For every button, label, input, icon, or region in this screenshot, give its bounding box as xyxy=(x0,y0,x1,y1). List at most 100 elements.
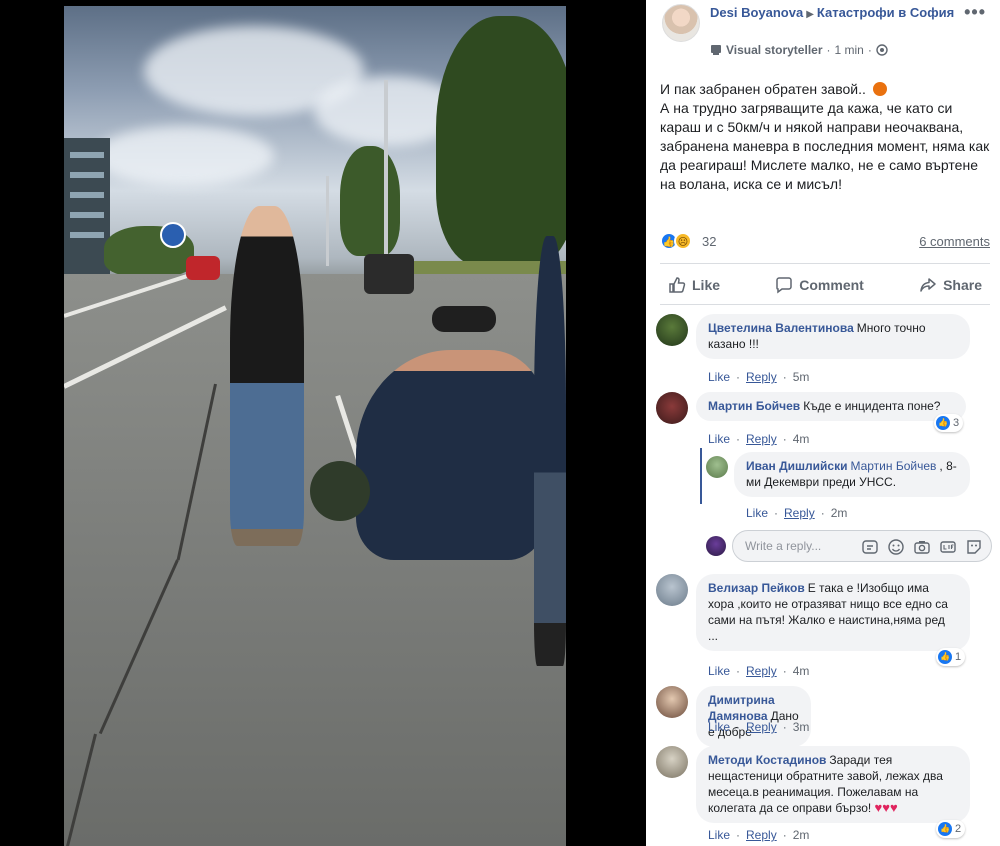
comment-bubble: Методи Костадинов Заради тея нещастеници … xyxy=(696,746,970,823)
dot-separator: · xyxy=(782,432,787,446)
reaction-count[interactable]: 32 xyxy=(702,234,716,249)
author-avatar[interactable] xyxy=(662,4,700,42)
post-photo[interactable] xyxy=(64,6,566,846)
comment-bubble: Мартин Бойчев Къде е инцидента поне? xyxy=(696,392,966,421)
dot-separator: · xyxy=(736,370,741,384)
commenter-name[interactable]: Иван Дишлийски xyxy=(746,459,847,473)
comment-like-link[interactable]: Like xyxy=(708,432,730,446)
person xyxy=(230,206,304,546)
like-reaction-icon: 👍 xyxy=(938,650,952,664)
reply-input[interactable]: Write a reply... xyxy=(732,530,992,562)
post-text-line: И пак забранен обратен завой.. xyxy=(660,81,870,97)
comment-like-link[interactable]: Like xyxy=(708,720,730,734)
comment-text: Къде е инцидента поне? xyxy=(803,399,941,413)
author-name[interactable]: Desi Boyanova xyxy=(710,5,803,20)
commenter-avatar[interactable] xyxy=(656,746,688,778)
camera-icon[interactable] xyxy=(913,538,931,556)
commenter-avatar[interactable] xyxy=(656,574,688,606)
comment-reply-link[interactable]: Reply xyxy=(746,720,777,734)
emoji-icon[interactable] xyxy=(887,538,905,556)
commenter-avatar[interactable] xyxy=(656,314,688,346)
current-user-avatar xyxy=(706,536,726,556)
comment-time[interactable]: 4m xyxy=(793,664,810,678)
like-reaction-icon: 👍 xyxy=(938,822,952,836)
reaction-count: 1 xyxy=(955,651,962,663)
sad-reaction-icon: ☹ xyxy=(674,232,692,250)
comment-like-link[interactable]: Like xyxy=(708,828,730,842)
person xyxy=(534,236,566,666)
tree xyxy=(340,146,400,256)
share-button[interactable]: Share xyxy=(911,272,990,298)
mention-link[interactable]: Мартин Бойчев xyxy=(850,459,936,473)
comment-reply-link[interactable]: Reply xyxy=(746,664,777,678)
group-name[interactable]: Катастрофи в София xyxy=(817,5,954,20)
comment-meta: Like · Reply · 2m xyxy=(708,828,809,842)
comment-reply-link[interactable]: Reply xyxy=(746,828,777,842)
globe-icon[interactable] xyxy=(876,44,888,56)
comment-time[interactable]: 2m xyxy=(831,506,848,520)
commenter-name[interactable]: Цветелина Валентинова xyxy=(708,321,854,335)
comment-meta: Like · Reply · 4m xyxy=(708,664,809,678)
car xyxy=(364,254,414,294)
comment-time[interactable]: 2m xyxy=(793,828,810,842)
commenter-name[interactable]: Димитрина Дамянова xyxy=(708,693,775,723)
commenter-name[interactable]: Велизар Пейков xyxy=(708,581,805,595)
commenter-avatar[interactable] xyxy=(706,456,728,478)
reaction-count: 2 xyxy=(955,823,962,835)
comments-list: Цветелина Валентинова Много точно казано … xyxy=(646,308,1000,846)
reaction-icons[interactable]: 👍 ☹ xyxy=(660,232,692,250)
comment-icon xyxy=(776,277,793,294)
like-button[interactable]: Like xyxy=(660,272,728,298)
badge-icon xyxy=(711,45,721,55)
photo-viewer xyxy=(0,0,646,846)
gif-icon[interactable] xyxy=(939,538,957,556)
comment-like-link[interactable]: Like xyxy=(746,506,768,520)
comment-time[interactable]: 4m xyxy=(793,432,810,446)
share-icon xyxy=(920,278,936,292)
dot-separator: · xyxy=(826,43,831,57)
comment-like-link[interactable]: Like xyxy=(708,370,730,384)
thumbs-up-icon xyxy=(669,277,686,293)
comment-reactions[interactable]: 👍 2 xyxy=(936,820,966,838)
dot-separator: · xyxy=(736,720,741,734)
comment-reply-link[interactable]: Reply xyxy=(746,370,777,384)
sticker-face-icon[interactable] xyxy=(965,538,983,556)
divider xyxy=(660,304,990,305)
commenter-avatar[interactable] xyxy=(656,392,688,424)
street-light xyxy=(326,176,329,266)
reply-tools xyxy=(861,538,983,556)
dot-separator: · xyxy=(774,506,779,520)
comments-count-link[interactable]: 6 comments xyxy=(919,234,990,249)
comment-meta: Like · Reply · 4m xyxy=(708,432,809,446)
more-options-icon[interactable]: ••• xyxy=(964,2,986,23)
car xyxy=(186,256,220,280)
motorcycle xyxy=(432,306,496,332)
comment-bubble: Велизар Пейков Е така е !Изобщо има хора … xyxy=(696,574,970,651)
author-line: Desi Boyanova ▶ Катастрофи в София xyxy=(710,4,960,23)
comment-like-link[interactable]: Like xyxy=(708,664,730,678)
commenter-name[interactable]: Мартин Бойчев xyxy=(708,399,800,413)
comment-time[interactable]: 5m xyxy=(793,370,810,384)
post-time[interactable]: 1 min xyxy=(835,43,864,57)
commenter-name[interactable]: Методи Костадинов xyxy=(708,753,826,767)
comment-reply-link[interactable]: Reply xyxy=(784,506,815,520)
sticker-icon[interactable] xyxy=(861,538,879,556)
like-reaction-icon: 👍 xyxy=(936,416,950,430)
traffic-sign-icon xyxy=(160,222,186,248)
comment-button[interactable]: Comment xyxy=(767,272,872,298)
comment-reply-link[interactable]: Reply xyxy=(746,432,777,446)
badge-label[interactable]: Visual storyteller xyxy=(726,43,823,57)
post-meta: Visual storyteller · 1 min · xyxy=(710,43,888,57)
reactions-summary: 👍 ☹ 32 6 comments xyxy=(660,232,990,252)
comment-reactions[interactable]: 👍 3 xyxy=(934,414,964,432)
dot-separator: · xyxy=(736,664,741,678)
street-light xyxy=(384,80,388,260)
commenter-avatar[interactable] xyxy=(656,686,688,718)
post-header: Desi Boyanova ▶ Катастрофи в София Visual … xyxy=(646,0,1000,70)
post-text: И пак забранен обратен завой.. А на труд… xyxy=(660,80,990,194)
person xyxy=(356,350,546,560)
comment-time[interactable]: 3m xyxy=(793,720,810,734)
comment-reactions[interactable]: 👍 1 xyxy=(936,648,966,666)
reply-placeholder: Write a reply... xyxy=(745,539,822,553)
triangle-right-icon: ▶ xyxy=(806,9,814,20)
